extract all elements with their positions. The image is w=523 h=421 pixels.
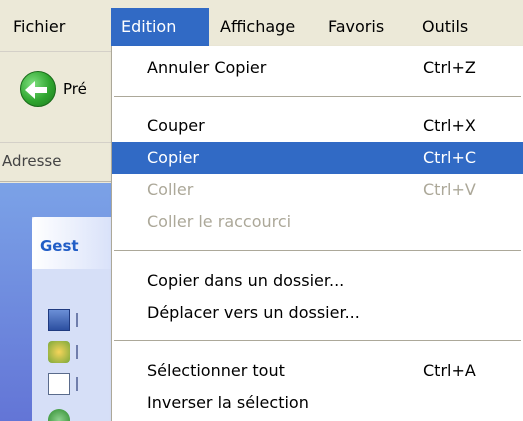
menu-separator (114, 96, 521, 97)
copy-icon[interactable] (48, 373, 70, 395)
menu-item-paste[interactable]: Coller Ctrl+V (112, 174, 523, 206)
menu-item-shortcut: Ctrl+A (423, 361, 476, 380)
menu-item-paste-shortcut[interactable]: Coller le raccourci (112, 206, 523, 238)
menu-separator (114, 250, 521, 251)
task-link-stub[interactable] (76, 345, 78, 359)
menu-item-label: Couper (147, 116, 205, 135)
rename-icon[interactable] (48, 309, 70, 331)
back-button[interactable]: Pré (20, 67, 87, 111)
menu-item-undo-copy[interactable]: Annuler Copier Ctrl+Z (112, 52, 523, 84)
menu-item-move-to-folder[interactable]: Déplacer vers un dossier... (112, 297, 523, 329)
menu-bar: Fichier Edition Affichage Favoris Outils (0, 0, 523, 52)
menu-fichier[interactable]: Fichier (3, 8, 75, 46)
menu-item-label: Copier dans un dossier... (147, 271, 345, 290)
menu-item-shortcut: Ctrl+V (423, 180, 476, 199)
menu-item-label: Coller (147, 180, 194, 199)
menu-item-cut[interactable]: Couper Ctrl+X (112, 110, 523, 142)
explorer-window: Fichier Edition Affichage Favoris Outils… (0, 0, 523, 421)
move-icon[interactable] (48, 341, 70, 363)
menu-item-label: Copier (147, 148, 199, 167)
menu-item-shortcut: Ctrl+X (423, 116, 476, 135)
task-link-stub[interactable] (76, 313, 78, 327)
address-label: Adresse (2, 152, 62, 170)
menu-item-invert-selection[interactable]: Inverser la sélection (112, 387, 523, 419)
menu-item-copy[interactable]: Copier Ctrl+C (112, 142, 523, 174)
menu-separator (114, 340, 521, 341)
task-link-stub[interactable] (76, 377, 78, 391)
menu-item-label: Coller le raccourci (147, 212, 292, 231)
menu-item-label: Sélectionner tout (147, 361, 285, 380)
task-box-title: Gest (40, 237, 79, 255)
menu-item-label: Inverser la sélection (147, 393, 309, 412)
menu-favoris[interactable]: Favoris (318, 8, 394, 46)
back-arrow-icon (20, 71, 56, 107)
menu-item-label: Annuler Copier (147, 58, 267, 77)
menu-item-label: Déplacer vers un dossier... (147, 303, 360, 322)
menu-item-shortcut: Ctrl+Z (423, 58, 476, 77)
publish-web-icon[interactable] (48, 409, 70, 421)
menu-outils[interactable]: Outils (412, 8, 478, 46)
menu-edition[interactable]: Edition (111, 8, 209, 46)
back-button-label: Pré (63, 80, 87, 98)
menu-item-shortcut: Ctrl+C (423, 148, 477, 167)
edit-menu-dropdown: Annuler Copier Ctrl+Z Couper Ctrl+X Copi… (111, 46, 523, 421)
menu-item-copy-to-folder[interactable]: Copier dans un dossier... (112, 265, 523, 297)
menu-affichage[interactable]: Affichage (210, 8, 305, 46)
menu-item-select-all[interactable]: Sélectionner tout Ctrl+A (112, 355, 523, 387)
